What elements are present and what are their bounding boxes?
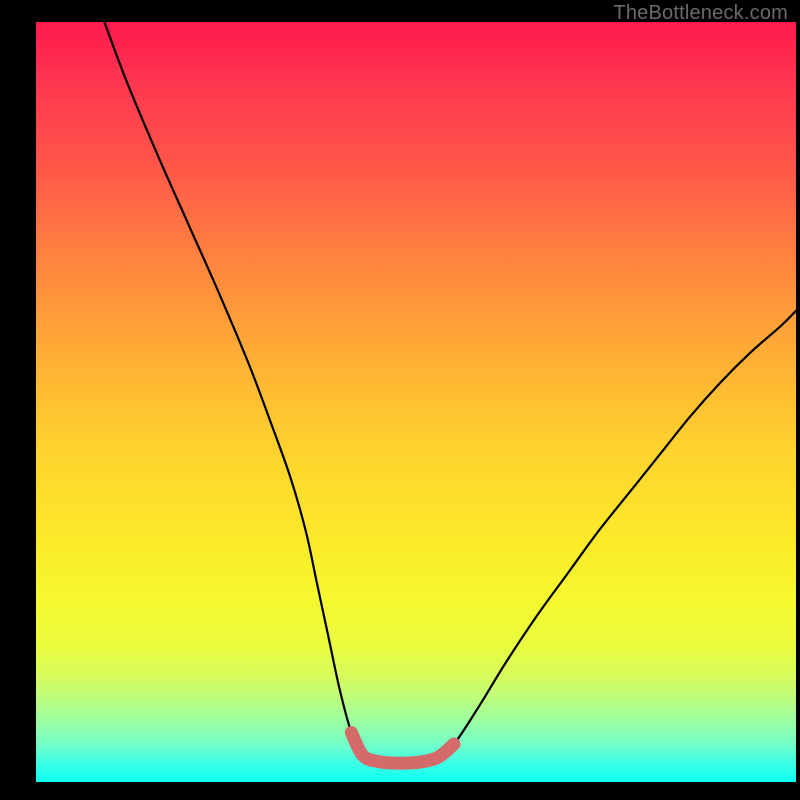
highlight-curve [351, 733, 454, 764]
chart-frame: TheBottleneck.com [0, 0, 800, 800]
chart-svg [36, 22, 796, 782]
watermark-text: TheBottleneck.com [613, 2, 788, 25]
main-curve [104, 22, 796, 763]
plot-area [36, 22, 796, 782]
